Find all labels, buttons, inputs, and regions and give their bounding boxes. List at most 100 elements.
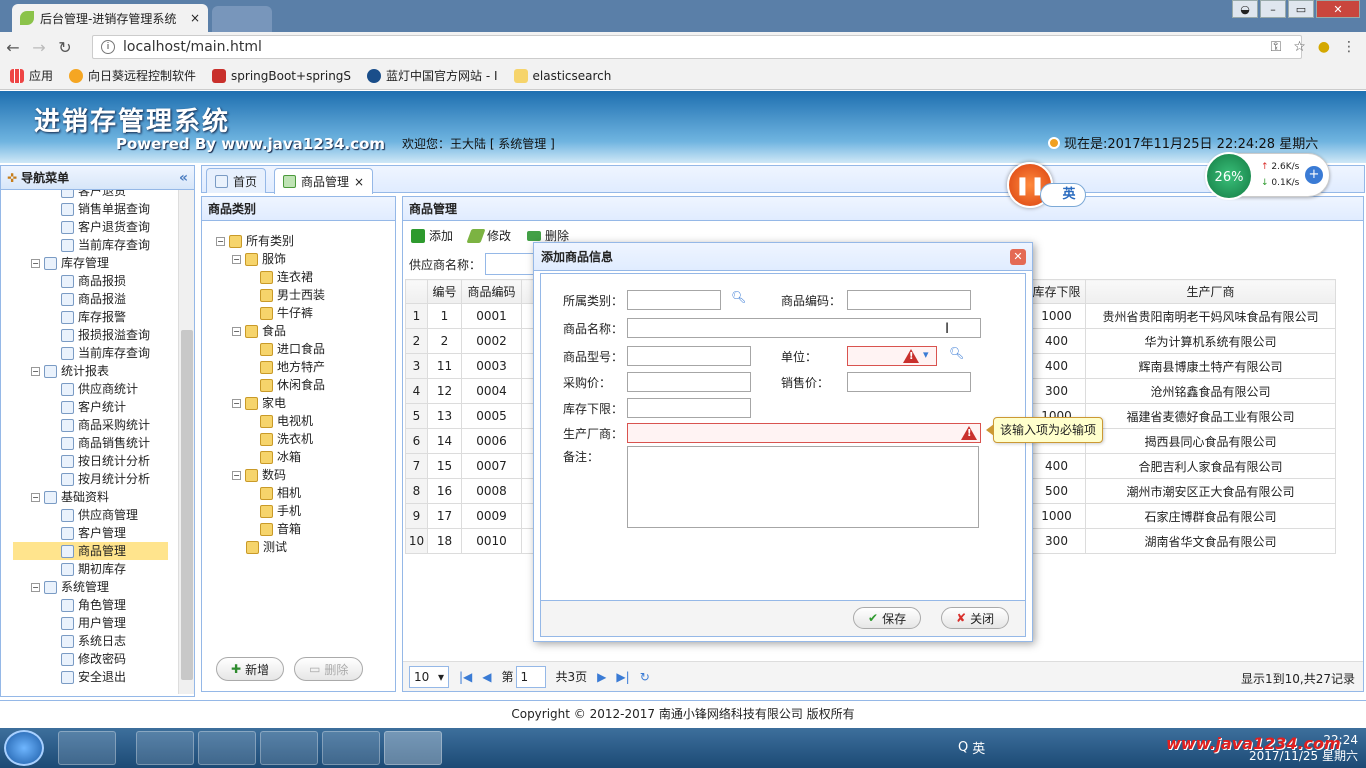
network-widget[interactable]: 26% ↑ 2.6K/s ↓ 0.1K/s + (1205, 152, 1330, 200)
tab-goods[interactable]: 商品管理 × (274, 168, 374, 194)
expand-toggle-icon[interactable]: − (232, 398, 241, 408)
bookmark-apps[interactable]: 应用 (10, 67, 53, 84)
col-maker[interactable]: 生产厂商 (1085, 279, 1336, 304)
page-input[interactable]: 1 (515, 665, 546, 688)
tree-node[interactable]: 手机 (260, 502, 301, 520)
sidebar-item[interactable]: 客户退货 (61, 190, 126, 200)
tree-node[interactable]: 洗衣机 (260, 430, 313, 448)
close-button[interactable]: ✘ 关闭 (941, 607, 1010, 629)
ime-indicator[interactable]: 英 (1040, 183, 1086, 207)
star-icon[interactable]: ☆ (1293, 39, 1306, 55)
sidebar-item[interactable]: 系统日志 (61, 632, 126, 650)
sidebar-item[interactable]: 当前库存查询 (61, 344, 150, 362)
minimize-icon[interactable]: – (1260, 0, 1286, 18)
taskbar-app-screen[interactable] (322, 731, 380, 765)
extension-icon[interactable]: ● (1318, 39, 1330, 55)
tree-node[interactable]: 冰箱 (260, 448, 301, 466)
bookmark-sunlogin[interactable]: 向日葵远程控制软件 (69, 67, 196, 84)
tree-node[interactable]: 相机 (260, 484, 301, 502)
sidebar-item[interactable]: 库存报警 (61, 308, 126, 326)
chevron-down-icon[interactable]: ▾ (923, 348, 929, 361)
category-input[interactable] (627, 290, 721, 310)
taskbar-app-eclipse[interactable] (136, 731, 194, 765)
nav-scrollbar[interactable] (178, 190, 194, 694)
add-button[interactable]: 添加 (411, 227, 453, 244)
sidebar-item[interactable]: − 库存管理 (31, 254, 109, 272)
address-bar[interactable]: i localhost/main.html (92, 35, 1302, 59)
sidebar-item[interactable]: 商品销售统计 (61, 434, 150, 452)
tree-node[interactable]: − 所有类别 (216, 232, 294, 250)
sidebar-item[interactable]: 商品管理 (13, 542, 168, 560)
tree-node[interactable]: 休闲食品 (260, 376, 325, 394)
tree-node[interactable]: − 数码 (232, 466, 286, 484)
tree-node[interactable]: 音箱 (260, 520, 301, 538)
sidebar-item[interactable]: 商品报溢 (61, 290, 126, 308)
taskbar-app-wps[interactable] (260, 731, 318, 765)
taskbar-app-mi[interactable] (58, 731, 116, 765)
first-page-icon[interactable]: |◀ (459, 670, 472, 684)
sidebar-item[interactable]: 按日统计分析 (61, 452, 150, 470)
sidebar-item[interactable]: 报损报溢查询 (61, 326, 150, 344)
start-button[interactable] (4, 730, 44, 766)
plus-icon[interactable]: + (1305, 166, 1323, 184)
tree-node[interactable]: − 服饰 (232, 250, 286, 268)
delete-category-button[interactable]: ▭ 删除 (294, 657, 364, 681)
save-button[interactable]: ✔ 保存 (853, 607, 922, 629)
col-id[interactable]: 编号 (427, 279, 462, 304)
back-icon[interactable]: ← (0, 38, 26, 57)
collapse-toggle-icon[interactable]: − (31, 366, 40, 376)
page-size-select[interactable]: 10 ▾ (409, 665, 449, 688)
sidebar-item[interactable]: 客户管理 (61, 524, 126, 542)
sidebar-item[interactable]: − 系统管理 (31, 578, 109, 596)
col-min[interactable]: 库存下限 (1027, 279, 1086, 304)
sidebar-item[interactable]: 期初库存 (61, 560, 126, 578)
expand-toggle-icon[interactable]: − (216, 236, 225, 246)
maximize-icon[interactable]: ▭ (1288, 0, 1314, 18)
sale-price-input[interactable] (847, 372, 971, 392)
remark-textarea[interactable] (627, 446, 979, 528)
tree-node[interactable]: 连衣裙 (260, 268, 313, 286)
sidebar-item[interactable]: 商品采购统计 (61, 416, 150, 434)
sidebar-item[interactable]: 用户管理 (61, 614, 126, 632)
info-icon[interactable]: i (101, 40, 115, 54)
forward-icon[interactable]: → (26, 38, 52, 57)
reload-icon[interactable]: ↻ (52, 38, 78, 57)
close-icon[interactable]: × (190, 11, 200, 25)
tree-node[interactable]: 男士西装 (260, 286, 325, 304)
sidebar-item[interactable]: 供应商管理 (61, 506, 138, 524)
collapse-toggle-icon[interactable]: − (31, 582, 40, 592)
prev-page-icon[interactable]: ◀ (482, 670, 491, 684)
model-input[interactable] (627, 346, 751, 366)
bookmark-elasticsearch[interactable]: elasticsearch (513, 68, 611, 83)
sidebar-item[interactable]: 按月统计分析 (61, 470, 150, 488)
sidebar-item[interactable]: 修改密码 (61, 650, 126, 668)
scroll-thumb[interactable] (181, 330, 193, 680)
tree-node[interactable]: 地方特产 (260, 358, 325, 376)
min-stock-input[interactable] (627, 398, 751, 418)
sidebar-item[interactable]: 商品报损 (61, 272, 126, 290)
name-input[interactable] (627, 318, 981, 338)
refresh-icon[interactable]: ↻ (640, 670, 650, 684)
collapse-icon[interactable]: « (179, 170, 188, 186)
sidebar-item[interactable]: 当前库存查询 (61, 236, 150, 254)
last-page-icon[interactable]: ▶| (616, 670, 629, 684)
sidebar-item[interactable]: 供应商统计 (61, 380, 138, 398)
browser-new-tab[interactable] (212, 6, 272, 32)
expand-toggle-icon[interactable]: − (232, 326, 241, 336)
tree-node[interactable]: 牛仔裤 (260, 304, 313, 322)
dialog-close-icon[interactable]: ✕ (1010, 249, 1026, 265)
tray-ime[interactable]: Q英 (958, 738, 985, 757)
taskbar-app-chrome[interactable] (384, 731, 442, 765)
user-icon[interactable]: ◒ (1232, 0, 1258, 18)
browser-tab[interactable]: 后台管理-进销存管理系统 × (12, 4, 208, 32)
sidebar-item[interactable]: − 基础资料 (31, 488, 109, 506)
tab-close-icon[interactable]: × (354, 175, 364, 189)
window-close-icon[interactable]: ✕ (1316, 0, 1360, 18)
collapse-toggle-icon[interactable]: − (31, 492, 40, 502)
tree-node[interactable]: 测试 (246, 538, 287, 556)
tree-node[interactable]: 电视机 (260, 412, 313, 430)
expand-toggle-icon[interactable]: − (232, 470, 241, 480)
sidebar-item[interactable]: 客户统计 (61, 398, 126, 416)
bookmark-springboot[interactable]: springBoot+springS (212, 68, 351, 83)
sidebar-item[interactable]: 客户退货查询 (61, 218, 150, 236)
